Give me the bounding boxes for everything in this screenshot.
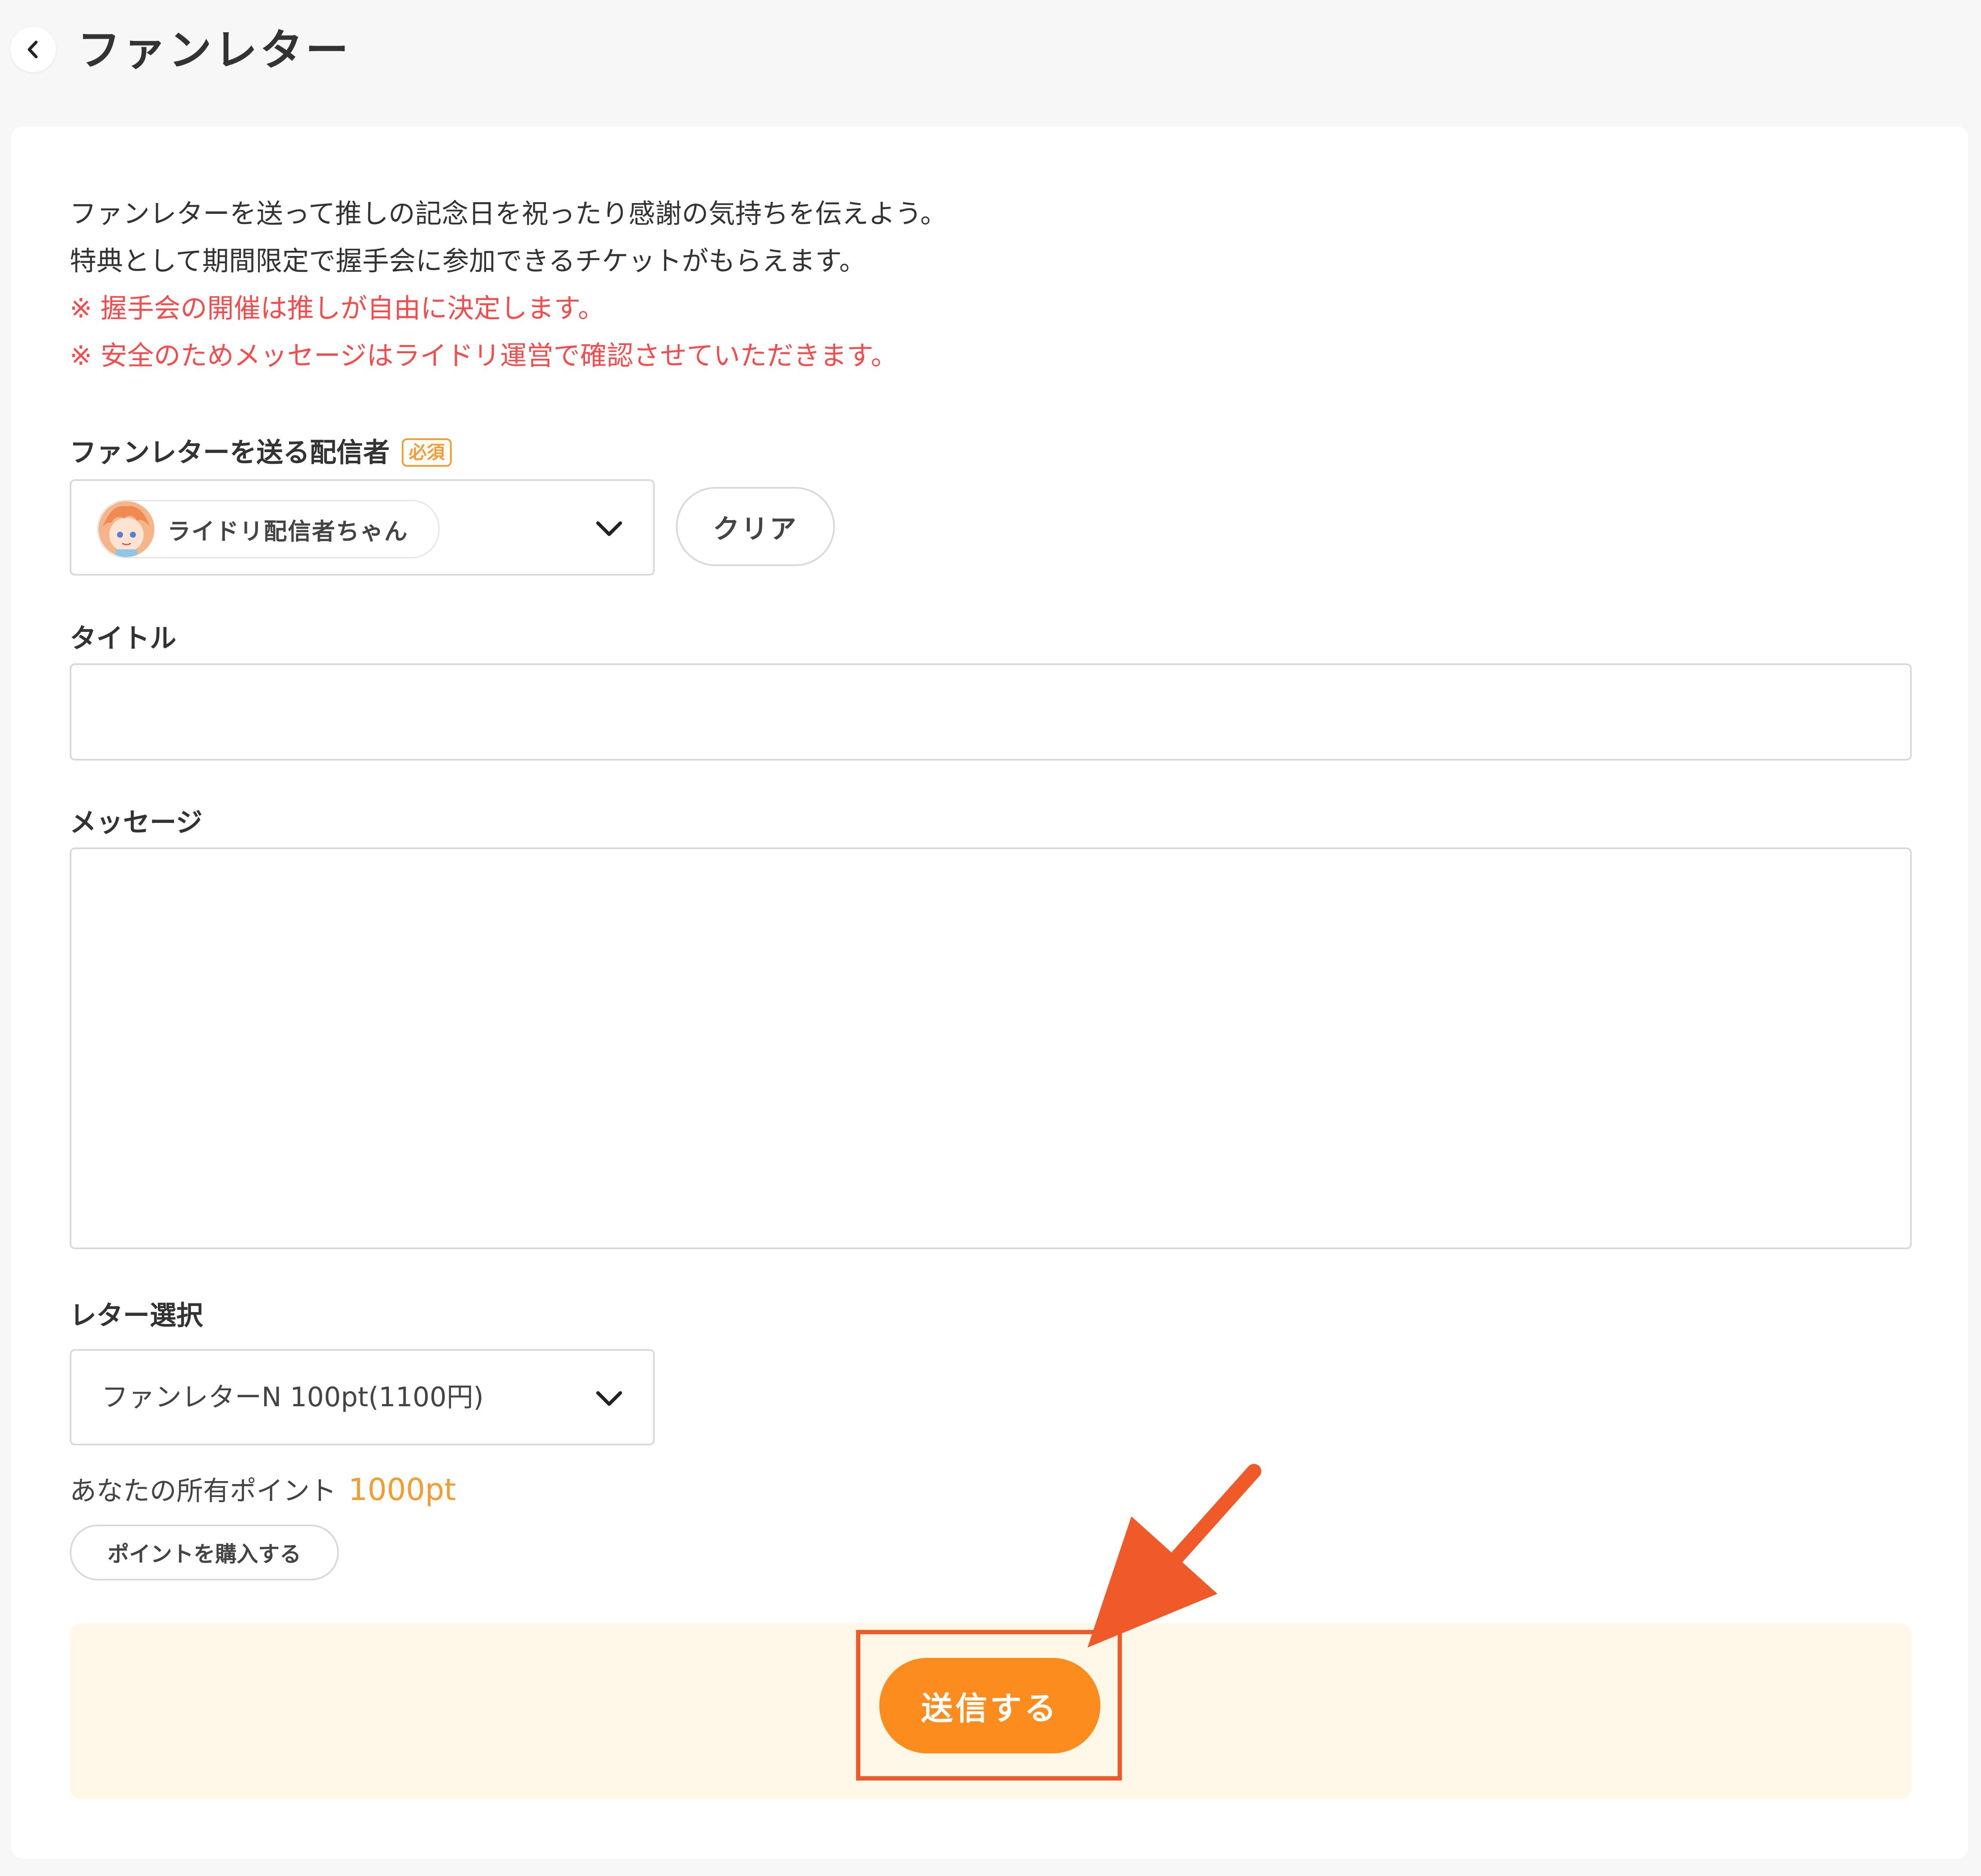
title-input[interactable] <box>70 663 1912 761</box>
submit-button[interactable]: 送信する <box>879 1658 1100 1753</box>
fan-letter-form: ファンレターを送って推しの記念日を祝ったり感謝の気持ちを伝えよう。 特典として期… <box>11 126 1968 1859</box>
recipient-select[interactable]: ライドリ配信者ちゃん <box>70 479 655 576</box>
title-label: タイトル <box>70 622 177 654</box>
message-textarea[interactable] <box>70 847 1912 1249</box>
chevron-down-icon <box>596 1391 622 1406</box>
buy-points-button[interactable]: ポイントを購入する <box>70 1525 339 1580</box>
intro-text: ファンレターを送って推しの記念日を祝ったり感謝の気持ちを伝えよう。 特典として期… <box>70 190 1876 379</box>
page-header: ファンレター <box>0 0 1981 126</box>
clear-button[interactable]: クリア <box>676 487 835 566</box>
points-label: あなたの所有ポイント <box>70 1475 337 1506</box>
intro-line: 特典として期間限定で握手会に参加できるチケットがもらえます。 <box>70 245 866 277</box>
required-badge: 必須 <box>402 438 452 467</box>
message-label: メッセージ <box>70 807 203 838</box>
chevron-down-icon <box>596 521 622 536</box>
recipient-label: ファンレターを送る配信者 必須 <box>70 435 452 470</box>
letter-select[interactable]: ファンレターN 100pt(1100円) <box>70 1349 655 1445</box>
letter-select-value: ファンレターN 100pt(1100円) <box>102 1381 484 1413</box>
letter-select-label: レター選択 <box>70 1300 203 1331</box>
page-title: ファンレター <box>77 25 351 75</box>
chevron-left-icon <box>28 40 38 59</box>
notice-line: ※ 安全のためメッセージはライドリ運営で確認させていただきます。 <box>70 340 898 371</box>
points-value: 1000pt <box>348 1472 456 1507</box>
recipient-name: ライドリ配信者ちゃん <box>167 518 408 545</box>
recipient-chip[interactable]: ライドリ配信者ちゃん <box>97 500 440 558</box>
intro-line: ファンレターを送って推しの記念日を祝ったり感謝の気持ちを伝えよう。 <box>70 198 947 229</box>
notice-line: ※ 握手会の開催は推しが自由に決定します。 <box>70 293 605 324</box>
recipient-label-text: ファンレターを送る配信者 <box>70 437 390 468</box>
back-button[interactable] <box>10 27 56 72</box>
avatar <box>99 501 154 557</box>
points-row: あなたの所有ポイント 1000pt <box>70 1470 456 1510</box>
